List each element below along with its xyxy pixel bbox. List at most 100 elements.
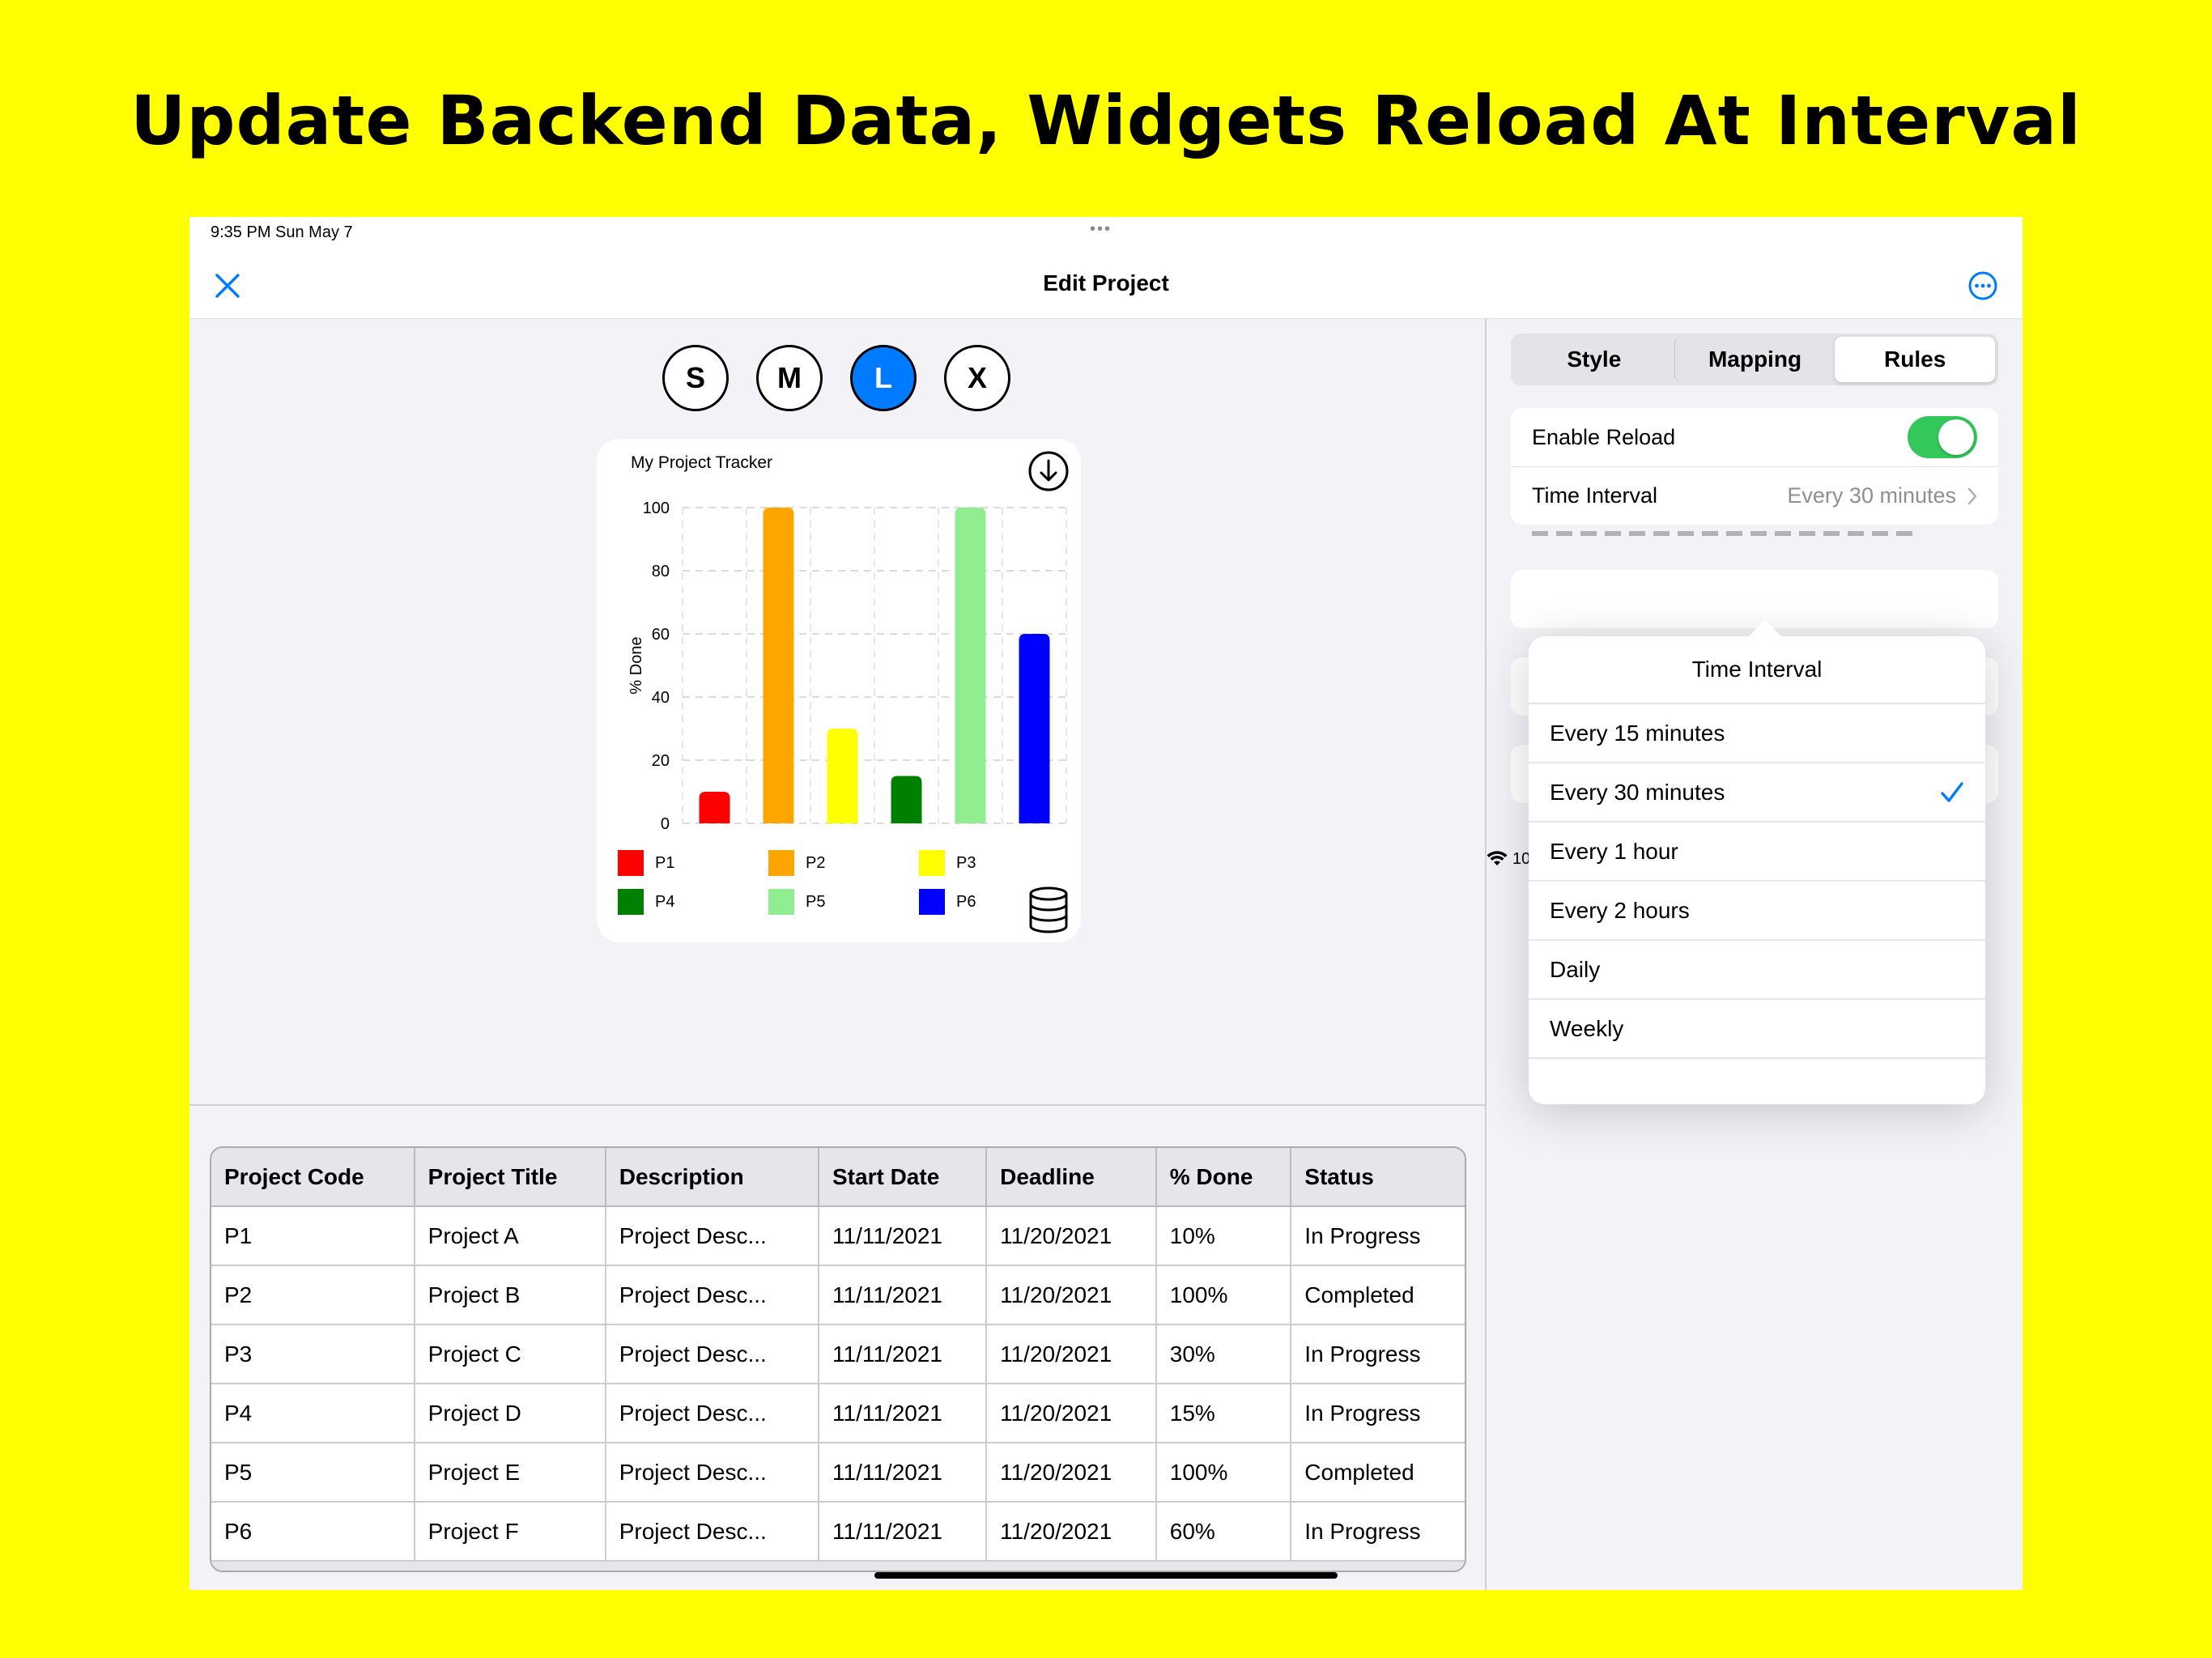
table-row[interactable]: P3 Project C Project Desc... 11/11/2021 11/2… xyxy=(211,1324,1465,1384)
interval-option[interactable]: Every 2 hours xyxy=(1529,882,1985,941)
table-row[interactable]: P6 Project F Project Desc... 11/11/2021 11/2… xyxy=(211,1502,1465,1562)
interval-option[interactable]: Every 1 hour xyxy=(1529,823,1985,882)
tab-rules[interactable]: Rules xyxy=(1835,337,1996,382)
legend-item: P4 xyxy=(618,889,768,915)
headline: Update Backend Data, Widgets Reload At I… xyxy=(130,81,2082,160)
table-cell[interactable]: Project F xyxy=(414,1502,606,1562)
size-button-s[interactable]: S xyxy=(662,345,729,411)
table-cell[interactable]: 11/20/2021 xyxy=(986,1443,1157,1503)
home-indicator[interactable] xyxy=(874,1572,1338,1579)
table-cell[interactable]: Project Desc... xyxy=(605,1324,820,1384)
table-cell[interactable]: In Progress xyxy=(1291,1324,1465,1384)
download-icon[interactable] xyxy=(1027,450,1070,492)
table-cell[interactable]: Project C xyxy=(414,1324,606,1384)
enable-reload-label: Enable Reload xyxy=(1532,424,1676,449)
table-header-row: Project Code Project Title Description Star… xyxy=(211,1148,1465,1207)
table-cell[interactable]: Project Desc... xyxy=(605,1443,820,1503)
interval-option[interactable]: Every 15 minutes xyxy=(1529,704,1985,763)
nav-bar: Edit Project xyxy=(189,249,2023,319)
widget-size-picker: S M L X xyxy=(662,345,1010,411)
table-cell[interactable]: Project Desc... xyxy=(605,1265,820,1325)
table-cell[interactable]: 11/20/2021 xyxy=(986,1206,1157,1266)
table-cell[interactable]: P3 xyxy=(211,1324,415,1384)
table-cell[interactable]: P6 xyxy=(211,1502,415,1562)
tab-mapping[interactable]: Mapping xyxy=(1674,337,1836,382)
table-cell[interactable]: Project D xyxy=(414,1384,606,1443)
size-button-x[interactable]: X xyxy=(944,345,1010,411)
legend-swatch xyxy=(618,889,644,915)
legend-label: P2 xyxy=(806,853,826,872)
table-cell[interactable]: Project Desc... xyxy=(605,1206,820,1266)
interval-option-label: Every 1 hour xyxy=(1550,838,1678,864)
bar-p6 xyxy=(1019,634,1050,823)
table-cell[interactable]: 10% xyxy=(1155,1206,1292,1266)
table-cell[interactable]: 11/20/2021 xyxy=(986,1324,1157,1384)
table-cell[interactable]: 11/20/2021 xyxy=(986,1502,1157,1562)
interval-option[interactable]: Daily xyxy=(1529,941,1985,1000)
widget-preview[interactable]: My Project Tracker 0 20 40 60 80 100 % Done P1… xyxy=(597,439,1081,942)
table-cell[interactable]: P5 xyxy=(211,1443,415,1503)
table-cell[interactable]: 11/11/2021 xyxy=(819,1324,988,1384)
interval-option[interactable]: Every 30 minutes xyxy=(1529,763,1985,823)
column-header[interactable]: Deadline xyxy=(986,1148,1157,1207)
interval-option-label: Every 15 minutes xyxy=(1550,720,1725,746)
interval-option-label: Every 2 hours xyxy=(1550,897,1690,923)
table-row[interactable]: P4 Project D Project Desc... 11/11/2021 11/2… xyxy=(211,1384,1465,1443)
column-header[interactable]: Project Title xyxy=(414,1148,606,1207)
table-cell[interactable]: 11/11/2021 xyxy=(819,1265,988,1325)
table-cell[interactable]: 11/11/2021 xyxy=(819,1384,988,1443)
table-cell[interactable]: P2 xyxy=(211,1265,415,1325)
column-header[interactable]: Project Code xyxy=(211,1148,415,1207)
column-header[interactable]: Description xyxy=(605,1148,820,1207)
bar-chart: 0 20 40 60 80 100 % Done xyxy=(627,500,1067,833)
widget-title: My Project Tracker xyxy=(631,453,773,472)
data-table: Project Code Project Title Description Star… xyxy=(210,1146,1466,1572)
table-cell[interactable]: Completed xyxy=(1291,1265,1465,1325)
bar-p4 xyxy=(891,776,922,823)
table-cell[interactable]: 60% xyxy=(1155,1502,1292,1562)
legend-label: P3 xyxy=(956,853,976,872)
table-cell[interactable]: In Progress xyxy=(1291,1206,1465,1266)
table-cell[interactable]: 100% xyxy=(1155,1265,1292,1325)
table-cell[interactable]: In Progress xyxy=(1291,1384,1465,1443)
tab-style[interactable]: Style xyxy=(1514,337,1674,382)
time-interval-row[interactable]: Time Interval Every 30 minutes xyxy=(1511,466,1998,525)
table-cell[interactable]: Project B xyxy=(414,1265,606,1325)
table-cell[interactable]: 11/11/2021 xyxy=(819,1443,988,1503)
table-cell[interactable]: 11/11/2021 xyxy=(819,1206,988,1266)
page-title: Edit Project xyxy=(1043,270,1169,295)
table-cell[interactable]: 15% xyxy=(1155,1384,1292,1443)
table-row[interactable]: P1 Project A Project Desc... 11/11/2021 11/2… xyxy=(211,1206,1465,1266)
table-cell[interactable]: 11/20/2021 xyxy=(986,1384,1157,1443)
column-header[interactable]: Start Date xyxy=(819,1148,988,1207)
multitasking-dots[interactable]: ••• xyxy=(1090,220,1112,239)
table-cell[interactable]: 100% xyxy=(1155,1443,1292,1503)
table-row[interactable]: P5 Project E Project Desc... 11/11/2021 11/2… xyxy=(211,1443,1465,1503)
checkmark-icon xyxy=(1941,781,1963,802)
table-cell[interactable]: P1 xyxy=(211,1206,415,1266)
table-cell[interactable]: Project Desc... xyxy=(605,1502,820,1562)
table-cell[interactable]: In Progress xyxy=(1291,1502,1465,1562)
column-header[interactable]: Status xyxy=(1291,1148,1465,1207)
size-button-m[interactable]: M xyxy=(756,345,823,411)
table-cell[interactable]: Project E xyxy=(414,1443,606,1503)
table-cell[interactable]: Project A xyxy=(414,1206,606,1266)
table-cell[interactable]: P4 xyxy=(211,1384,415,1443)
enable-reload-toggle[interactable] xyxy=(1908,416,1977,458)
table-row[interactable]: P2 Project B Project Desc... 11/11/2021 11/2… xyxy=(211,1265,1465,1325)
legend-item: P3 xyxy=(919,850,1070,876)
y-tick-label: 80 xyxy=(652,563,670,580)
more-icon[interactable] xyxy=(1967,270,1998,301)
table-cell[interactable]: Completed xyxy=(1291,1443,1465,1503)
table-cell[interactable]: Project Desc... xyxy=(605,1384,820,1443)
column-header[interactable]: % Done xyxy=(1155,1148,1292,1207)
table-cell[interactable]: 30% xyxy=(1155,1324,1292,1384)
table-cell[interactable]: 11/11/2021 xyxy=(819,1502,988,1562)
interval-option[interactable]: Weekly xyxy=(1529,1000,1985,1059)
time-interval-label: Time Interval xyxy=(1532,483,1658,508)
database-icon[interactable] xyxy=(1027,886,1070,934)
size-button-l[interactable]: L xyxy=(850,345,917,411)
interval-option-label: Every 30 minutes xyxy=(1550,779,1725,805)
table-cell[interactable]: 11/20/2021 xyxy=(986,1265,1157,1325)
legend-item: P5 xyxy=(768,889,919,915)
